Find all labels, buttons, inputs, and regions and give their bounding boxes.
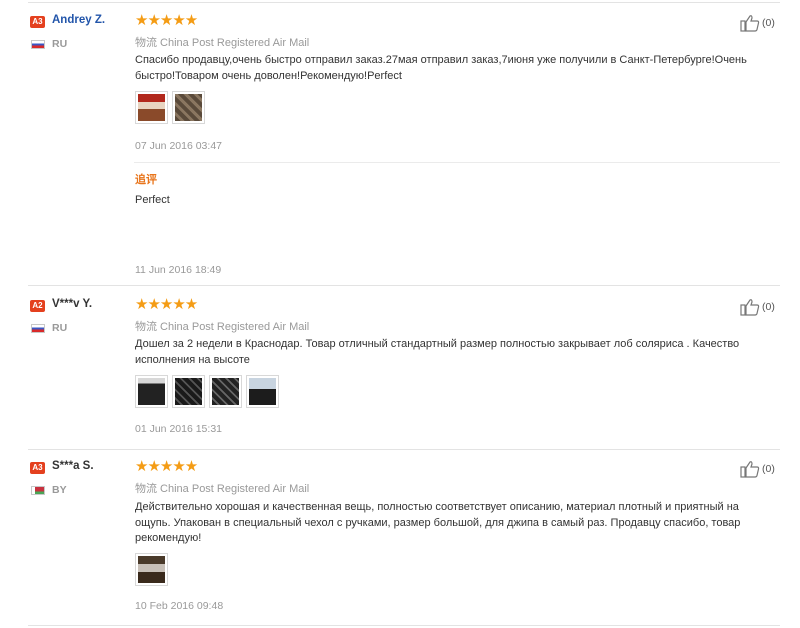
followup-label: 追评 xyxy=(135,174,157,186)
review-date: 10 Feb 2016 09:48 xyxy=(135,600,224,612)
review-photos xyxy=(135,91,205,124)
buyer-level-badge: A3 xyxy=(30,16,45,28)
shipping-method: 物流 China Post Registered Air Mail xyxy=(135,321,310,333)
review-text: Дошел за 2 недели в Краснодар. Товар отл… xyxy=(135,338,740,366)
star-rating: ★★★★★ xyxy=(135,296,198,313)
reviewer-name: S***a S. xyxy=(52,460,94,472)
helpful-count: (0) xyxy=(762,463,775,475)
divider xyxy=(28,285,780,286)
thumbs-up-icon xyxy=(740,299,760,316)
review-text: Спасибо продавцу,очень быстро отправил з… xyxy=(135,54,747,82)
helpful-button[interactable]: (0) xyxy=(740,460,775,478)
divider xyxy=(28,2,780,3)
divider xyxy=(28,625,780,626)
helpful-button[interactable]: (0) xyxy=(740,14,775,32)
helpful-button[interactable]: (0) xyxy=(740,298,775,316)
reviewer-country: RU xyxy=(52,322,68,334)
star-rating: ★★★★★ xyxy=(135,12,198,29)
review-photo-thumbnail[interactable] xyxy=(172,375,205,408)
buyer-level-badge: A2 xyxy=(30,300,45,312)
shipping-method: 物流 China Post Registered Air Mail xyxy=(135,483,310,495)
review-photo-thumbnail[interactable] xyxy=(135,91,168,124)
review-photo-thumbnail[interactable] xyxy=(246,375,279,408)
russia-flag-icon xyxy=(31,324,45,333)
review-photos xyxy=(135,375,279,408)
review-photos xyxy=(135,553,168,586)
review-photo-thumbnail[interactable] xyxy=(135,375,168,408)
review-date: 01 Jun 2016 15:31 xyxy=(135,423,222,435)
followup-text: Perfect xyxy=(135,194,170,206)
reviewer-name: V***v Y. xyxy=(52,298,93,310)
thumbs-up-icon xyxy=(740,461,760,478)
review-photo-thumbnail[interactable] xyxy=(135,553,168,586)
helpful-count: (0) xyxy=(762,17,775,29)
star-rating: ★★★★★ xyxy=(135,458,198,475)
review-date: 07 Jun 2016 03:47 xyxy=(135,140,222,152)
review-text: Действительно хорошая и качественная вещ… xyxy=(135,501,741,544)
reviewer-name[interactable]: Andrey Z. xyxy=(52,14,105,26)
buyer-level-badge: A3 xyxy=(30,462,45,474)
review-photo-thumbnail[interactable] xyxy=(209,375,242,408)
thumbs-up-icon xyxy=(740,15,760,32)
followup-date: 11 Jun 2016 18:49 xyxy=(135,264,222,276)
shipping-method: 物流 China Post Registered Air Mail xyxy=(135,37,310,49)
reviewer-country: BY xyxy=(52,484,67,496)
review-photo-thumbnail[interactable] xyxy=(172,91,205,124)
helpful-count: (0) xyxy=(762,301,775,313)
reviewer-country: RU xyxy=(52,38,68,50)
russia-flag-icon xyxy=(31,40,45,49)
belarus-flag-icon xyxy=(31,486,45,495)
divider xyxy=(28,449,780,450)
followup-divider xyxy=(134,162,780,163)
